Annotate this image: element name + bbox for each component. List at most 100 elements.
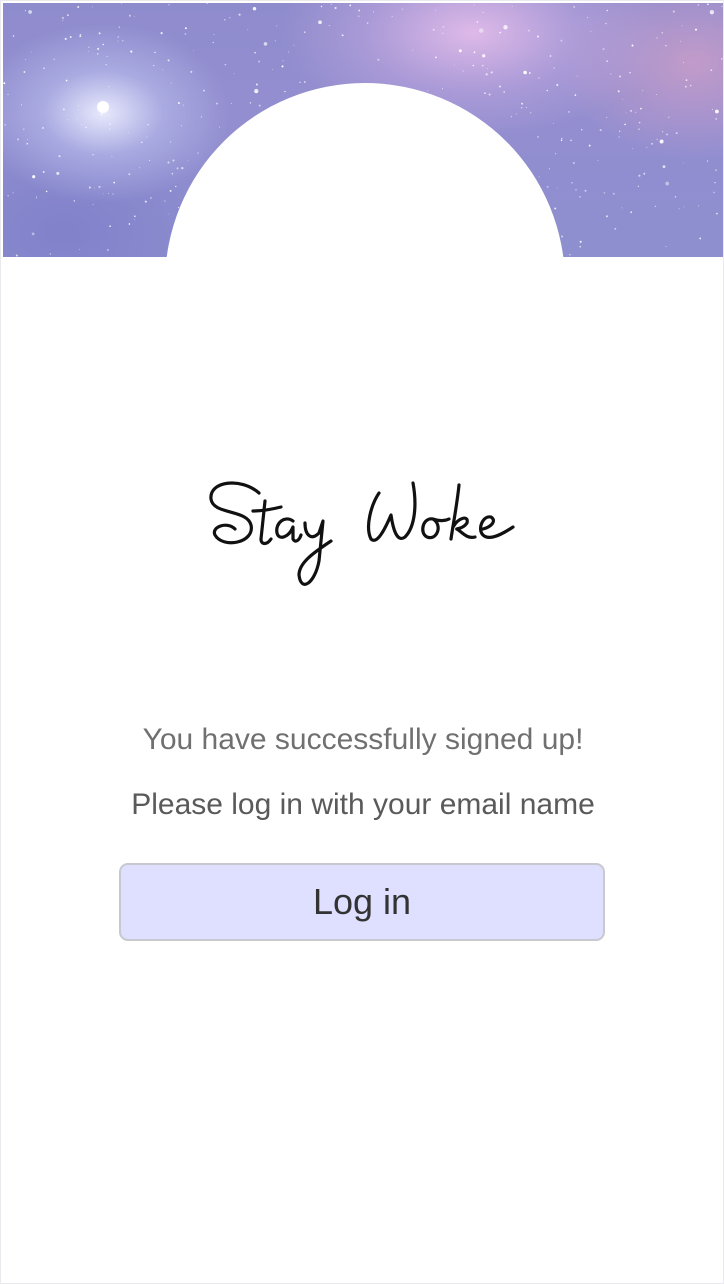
login-button[interactable]: Log in xyxy=(119,863,605,941)
star xyxy=(69,36,72,38)
star xyxy=(680,40,682,42)
star xyxy=(624,123,626,126)
star xyxy=(570,139,573,142)
star xyxy=(569,254,571,256)
star xyxy=(537,136,539,138)
star xyxy=(498,85,501,88)
star xyxy=(92,154,94,156)
star xyxy=(458,49,462,53)
star xyxy=(580,129,583,131)
star xyxy=(150,197,152,199)
star xyxy=(28,10,32,14)
star xyxy=(7,93,9,96)
star xyxy=(304,81,306,83)
star xyxy=(230,102,232,104)
star xyxy=(258,104,261,107)
star xyxy=(334,6,337,10)
star xyxy=(538,77,540,79)
star xyxy=(56,171,60,175)
star xyxy=(85,126,87,129)
star xyxy=(127,132,129,134)
star xyxy=(96,53,99,55)
star xyxy=(107,193,109,195)
star xyxy=(568,110,570,113)
star xyxy=(3,82,6,85)
star xyxy=(357,15,360,17)
star xyxy=(546,89,548,92)
star xyxy=(168,213,169,215)
star xyxy=(263,42,268,46)
star xyxy=(681,25,683,27)
star xyxy=(605,215,608,218)
star xyxy=(576,75,578,77)
star xyxy=(27,139,29,141)
star xyxy=(23,71,26,73)
star xyxy=(4,124,6,126)
star xyxy=(190,70,193,73)
star xyxy=(122,40,124,42)
star xyxy=(79,33,82,36)
star xyxy=(299,81,301,84)
star xyxy=(117,40,119,42)
star xyxy=(485,73,488,76)
star xyxy=(484,92,486,94)
star xyxy=(637,185,640,187)
star xyxy=(401,8,403,10)
star xyxy=(64,37,67,40)
star xyxy=(618,136,620,138)
star xyxy=(584,189,587,192)
star xyxy=(435,9,437,11)
star xyxy=(233,73,235,75)
star xyxy=(530,112,532,114)
star xyxy=(412,49,414,51)
star xyxy=(134,215,136,218)
star xyxy=(650,142,653,145)
star xyxy=(42,126,44,129)
star xyxy=(63,108,65,111)
galaxy-banner xyxy=(3,3,723,257)
star xyxy=(146,136,148,138)
star xyxy=(481,64,484,67)
star xyxy=(81,123,82,125)
star xyxy=(134,15,136,17)
star xyxy=(169,141,172,143)
star xyxy=(118,26,120,28)
star xyxy=(525,106,528,109)
star xyxy=(656,37,658,39)
star xyxy=(53,58,55,61)
star xyxy=(442,88,443,90)
star xyxy=(553,67,555,69)
star xyxy=(586,17,588,18)
star xyxy=(17,138,20,141)
star xyxy=(172,159,175,162)
star xyxy=(128,173,131,176)
star xyxy=(282,60,284,62)
star xyxy=(610,73,612,75)
star xyxy=(462,70,464,72)
star xyxy=(372,11,374,13)
star xyxy=(638,174,641,177)
star xyxy=(140,141,143,144)
star xyxy=(614,227,617,230)
star xyxy=(602,48,605,51)
star xyxy=(721,6,723,8)
star xyxy=(254,88,259,94)
star xyxy=(554,207,557,210)
star xyxy=(590,30,592,32)
star xyxy=(35,197,38,199)
star xyxy=(715,169,717,172)
star xyxy=(631,147,633,149)
star xyxy=(249,102,252,104)
star xyxy=(638,128,640,130)
star xyxy=(113,181,116,184)
star xyxy=(176,167,179,170)
star xyxy=(579,245,581,248)
star xyxy=(716,212,718,215)
star xyxy=(252,6,257,11)
star xyxy=(625,112,627,114)
star xyxy=(109,128,111,130)
star xyxy=(92,6,93,8)
login-instruction-message: Please log in with your email name xyxy=(131,788,595,821)
star xyxy=(276,25,278,27)
star xyxy=(561,235,564,238)
